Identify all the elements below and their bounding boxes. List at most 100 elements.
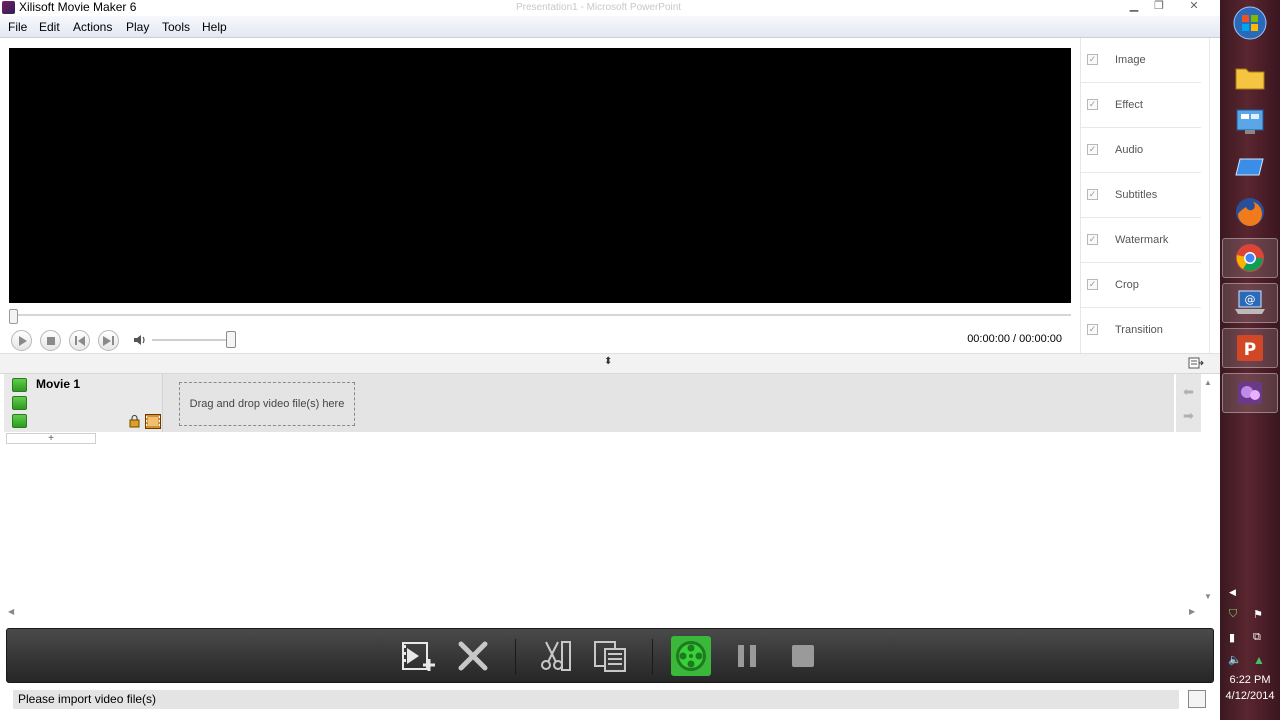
previous-icon — [77, 335, 85, 346]
clip-button[interactable] — [535, 636, 575, 676]
scroll-left-icon[interactable]: ◀ — [8, 607, 14, 616]
transition-checkbox[interactable]: ✓ — [1087, 324, 1098, 335]
arrow-right-icon[interactable]: ➡ — [1183, 408, 1194, 424]
svg-text:@: @ — [1245, 293, 1256, 306]
option-transition[interactable]: ✓ Transition — [1081, 308, 1201, 353]
seek-bar[interactable] — [9, 314, 1071, 316]
taskbar-app[interactable] — [1222, 147, 1278, 187]
option-effect[interactable]: ✓ Effect — [1081, 83, 1201, 128]
tray-expand-icon[interactable]: ◀ — [1229, 587, 1236, 598]
track-title: Movie 1 — [36, 377, 81, 391]
toolbar-separator — [652, 639, 653, 675]
action-center-flag-icon[interactable]: ⚑ — [1253, 608, 1263, 621]
clip-grid-icon[interactable] — [12, 396, 27, 410]
taskbar-powerpoint[interactable]: P — [1222, 328, 1278, 368]
close-button[interactable]: ✕ — [1184, 0, 1204, 12]
menu-tools[interactable]: Tools — [162, 20, 190, 34]
option-subtitles[interactable]: ✓ Subtitles — [1081, 173, 1201, 218]
option-label: Watermark — [1115, 234, 1169, 246]
next-bar-icon — [112, 336, 114, 345]
volume-handle[interactable] — [226, 331, 236, 348]
stop-icon — [46, 336, 55, 345]
menu-edit[interactable]: Edit — [39, 20, 60, 34]
clock-time[interactable]: 6:22 PM — [1220, 674, 1280, 686]
previous-frame-button[interactable] — [69, 330, 90, 351]
battery-icon[interactable]: ▮ — [1229, 631, 1235, 644]
taskbar-explorer[interactable] — [1222, 57, 1278, 97]
option-watermark[interactable]: ✓ Watermark — [1081, 218, 1201, 263]
create-movie-button[interactable] — [671, 636, 711, 676]
taskbar-chrome[interactable] — [1222, 238, 1278, 278]
taskbar-email[interactable]: @ — [1222, 283, 1278, 323]
scroll-down-icon[interactable]: ▼ — [1204, 592, 1212, 601]
taskbar-firefox[interactable] — [1222, 192, 1278, 232]
windows-logo-icon — [1233, 6, 1267, 40]
pause-button[interactable] — [727, 636, 767, 676]
play-button[interactable] — [11, 330, 32, 351]
movie-maker-icon — [1238, 382, 1262, 404]
speaker-icon[interactable]: 🔈 — [1228, 653, 1242, 666]
horizontal-scrollbar[interactable]: ◀ ▶ — [4, 607, 1201, 619]
document-list-icon — [594, 641, 626, 672]
drop-zone[interactable]: Drag and drop video file(s) here — [179, 382, 355, 426]
log-icon[interactable] — [1188, 690, 1206, 708]
vertical-scrollbar[interactable]: ▲ ▼ — [1201, 374, 1215, 608]
menu-help[interactable]: Help — [202, 20, 227, 34]
maximize-button[interactable]: ❐ — [1149, 0, 1169, 12]
menu-actions[interactable]: Actions — [73, 20, 112, 34]
delete-button[interactable] — [453, 636, 493, 676]
toolbar-separator — [515, 639, 516, 675]
add-track-button[interactable]: + — [6, 433, 96, 444]
stop-button[interactable] — [40, 330, 61, 351]
scroll-up-icon[interactable]: ▲ — [1204, 378, 1212, 387]
scroll-right-icon[interactable]: ▶ — [1189, 607, 1195, 616]
volume-slider[interactable] — [152, 339, 234, 341]
taskbar-control-panel[interactable] — [1222, 102, 1278, 142]
film-strip-icon[interactable] — [145, 414, 161, 429]
option-label: Crop — [1115, 279, 1139, 291]
drive-sync-icon[interactable]: ▲ — [1253, 653, 1265, 667]
movie-reel-icon[interactable] — [12, 378, 27, 392]
export-icon[interactable] — [1188, 357, 1204, 369]
main-toolbar — [6, 628, 1214, 683]
scissors-icon — [541, 641, 571, 671]
option-audio[interactable]: ✓ Audio — [1081, 128, 1201, 173]
lock-icon[interactable] — [129, 415, 140, 428]
add-video-button[interactable] — [398, 636, 438, 676]
pause-icon — [738, 645, 756, 667]
menu-file[interactable]: File — [8, 20, 27, 34]
next-icon — [103, 335, 111, 346]
clock-date[interactable]: 4/12/2014 — [1220, 690, 1280, 702]
menu-play[interactable]: Play — [126, 20, 149, 34]
pane-splitter[interactable]: ⬍ — [0, 353, 1220, 374]
crop-checkbox[interactable]: ✓ — [1087, 279, 1098, 290]
square-icon[interactable] — [12, 414, 27, 428]
audio-checkbox[interactable]: ✓ — [1087, 144, 1098, 155]
network-icon[interactable]: ⧉ — [1253, 631, 1261, 644]
arrow-left-icon[interactable]: ⬅ — [1183, 384, 1194, 400]
play-icon — [18, 335, 27, 346]
effect-checkbox[interactable]: ✓ — [1087, 99, 1098, 110]
status-bar: Please import video file(s) — [0, 686, 1220, 720]
option-image[interactable]: ✓ Image — [1081, 38, 1201, 83]
timeline-panel: Movie 1 Drag and drop video file(s) here… — [4, 374, 1201, 608]
svg-text:P: P — [1244, 340, 1256, 360]
taskbar-movie-maker[interactable] — [1222, 373, 1278, 413]
watermark-checkbox[interactable]: ✓ — [1087, 234, 1098, 245]
start-button[interactable] — [1222, 3, 1278, 43]
seek-handle[interactable] — [9, 309, 18, 324]
add-video-icon — [402, 642, 435, 671]
network-shield-icon[interactable]: ⛉ — [1229, 608, 1237, 621]
track-header[interactable]: Movie 1 — [4, 374, 163, 432]
volume-icon[interactable] — [133, 334, 147, 346]
resize-arrows-icon[interactable]: ⬍ — [604, 357, 612, 367]
minimize-button[interactable]: ▁ — [1124, 0, 1144, 12]
subtitles-checkbox[interactable]: ✓ — [1087, 189, 1098, 200]
next-frame-button[interactable] — [98, 330, 119, 351]
clip-area[interactable]: Drag and drop video file(s) here — [164, 374, 1174, 432]
split-button[interactable] — [591, 636, 631, 676]
option-crop[interactable]: ✓ Crop — [1081, 263, 1201, 308]
stop-convert-button[interactable] — [783, 636, 823, 676]
image-checkbox[interactable]: ✓ — [1087, 54, 1098, 65]
previous-bar-icon — [74, 336, 77, 345]
